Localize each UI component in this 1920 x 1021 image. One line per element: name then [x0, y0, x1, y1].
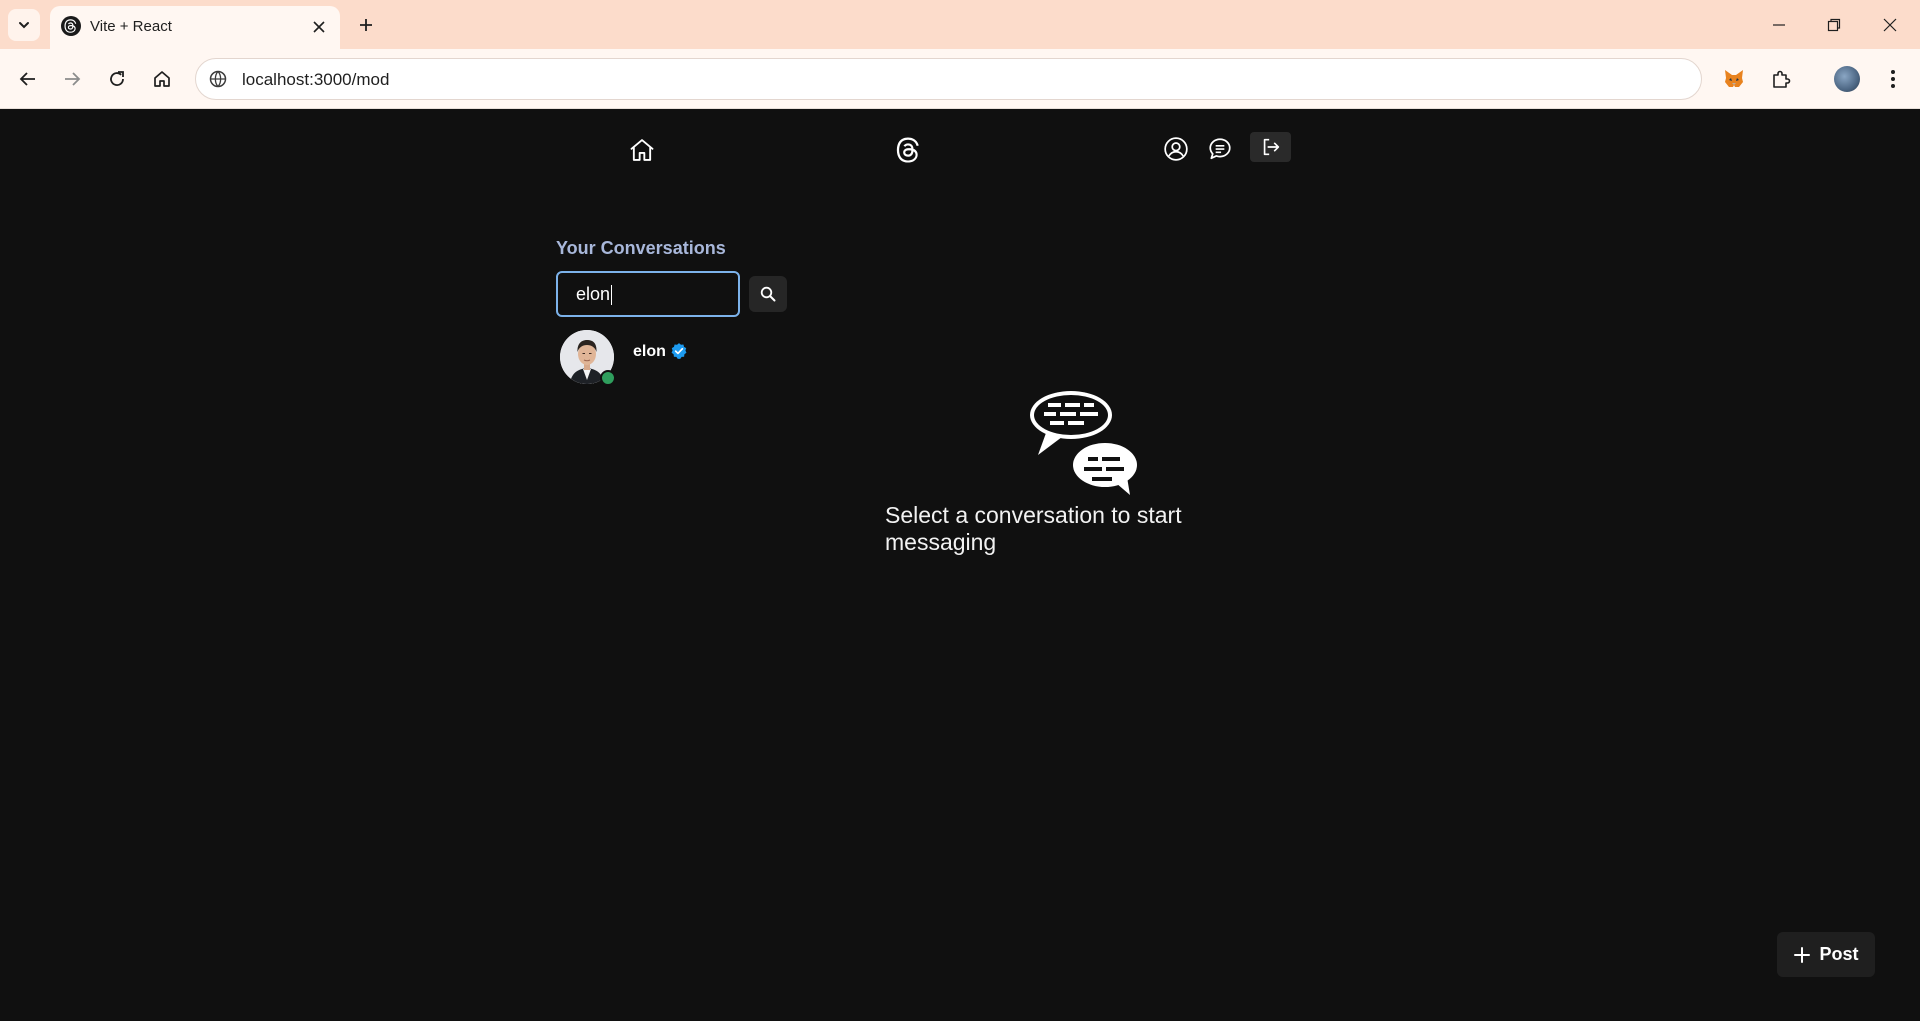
browser-tab-bar: Vite + React [0, 0, 1920, 49]
url-text: localhost:3000/mod [242, 70, 390, 89]
verified-badge-icon [671, 343, 687, 359]
minimize-icon [1773, 23, 1785, 26]
browser-toolbar: localhost:3000/mod [0, 49, 1920, 109]
search-button[interactable] [749, 276, 787, 312]
empty-state-message: Select a conversation to start messaging [885, 502, 1182, 555]
search-icon [760, 286, 776, 302]
tab-close-button[interactable] [308, 16, 330, 38]
back-button[interactable] [11, 62, 45, 96]
online-status-dot [600, 370, 616, 386]
chat-nav-link[interactable] [1205, 134, 1235, 164]
home-icon [630, 139, 654, 161]
create-post-button[interactable]: Post [1777, 932, 1875, 977]
home-button[interactable] [145, 62, 179, 96]
threads-logo-icon [896, 137, 919, 163]
puzzle-icon [1773, 70, 1791, 88]
close-icon [1883, 18, 1897, 31]
home-icon [154, 71, 170, 87]
extensions-button[interactable] [1764, 62, 1798, 96]
reload-icon [110, 71, 124, 86]
logout-icon [1263, 138, 1279, 156]
profile-button[interactable] [1830, 62, 1864, 96]
profile-avatar [1834, 66, 1860, 92]
tab-title: Vite + React [90, 18, 172, 35]
user-profile-icon [1164, 137, 1188, 161]
site-info-icon[interactable] [208, 69, 228, 89]
reload-button[interactable] [100, 62, 134, 96]
logout-button[interactable] [1250, 132, 1291, 162]
conversation-item[interactable]: elon [556, 327, 786, 391]
arrow-right-icon [65, 72, 81, 86]
chat-icon [1209, 138, 1231, 160]
conversation-search-input[interactable] [558, 273, 738, 315]
conversation-name: elon [633, 343, 666, 360]
profile-nav-link[interactable] [1161, 134, 1191, 164]
fox-icon [1725, 70, 1743, 87]
conversation-bubbles-icon [1030, 391, 1137, 495]
conversations-heading: Your Conversations [556, 238, 726, 258]
address-bar[interactable]: localhost:3000/mod [195, 58, 1702, 100]
plus-icon [360, 19, 372, 31]
threads-logo[interactable] [893, 133, 925, 167]
restore-button[interactable] [1806, 0, 1862, 49]
tab-search-button[interactable] [8, 9, 40, 41]
minimize-button[interactable] [1751, 0, 1807, 49]
metamask-extension-button[interactable] [1717, 62, 1751, 96]
arrow-left-icon [19, 72, 35, 86]
new-tab-button[interactable] [350, 9, 382, 41]
chevron-down-icon [19, 22, 29, 29]
restore-icon [1827, 18, 1841, 31]
text-caret [611, 285, 612, 305]
browser-menu-button[interactable] [1876, 62, 1910, 96]
more-vertical-icon [1891, 70, 1895, 88]
plus-icon [1794, 946, 1811, 963]
forward-button[interactable] [55, 62, 89, 96]
post-button-label: Post [1819, 944, 1859, 964]
search-field[interactable] [556, 271, 740, 317]
home-nav-link[interactable] [626, 134, 658, 166]
close-window-button[interactable] [1862, 0, 1918, 49]
close-icon [313, 21, 325, 33]
threads-favicon-icon [61, 16, 81, 36]
app-page: Your Conversations elon elon Select a co… [0, 109, 1920, 1021]
browser-tab[interactable]: Vite + React [50, 6, 340, 49]
